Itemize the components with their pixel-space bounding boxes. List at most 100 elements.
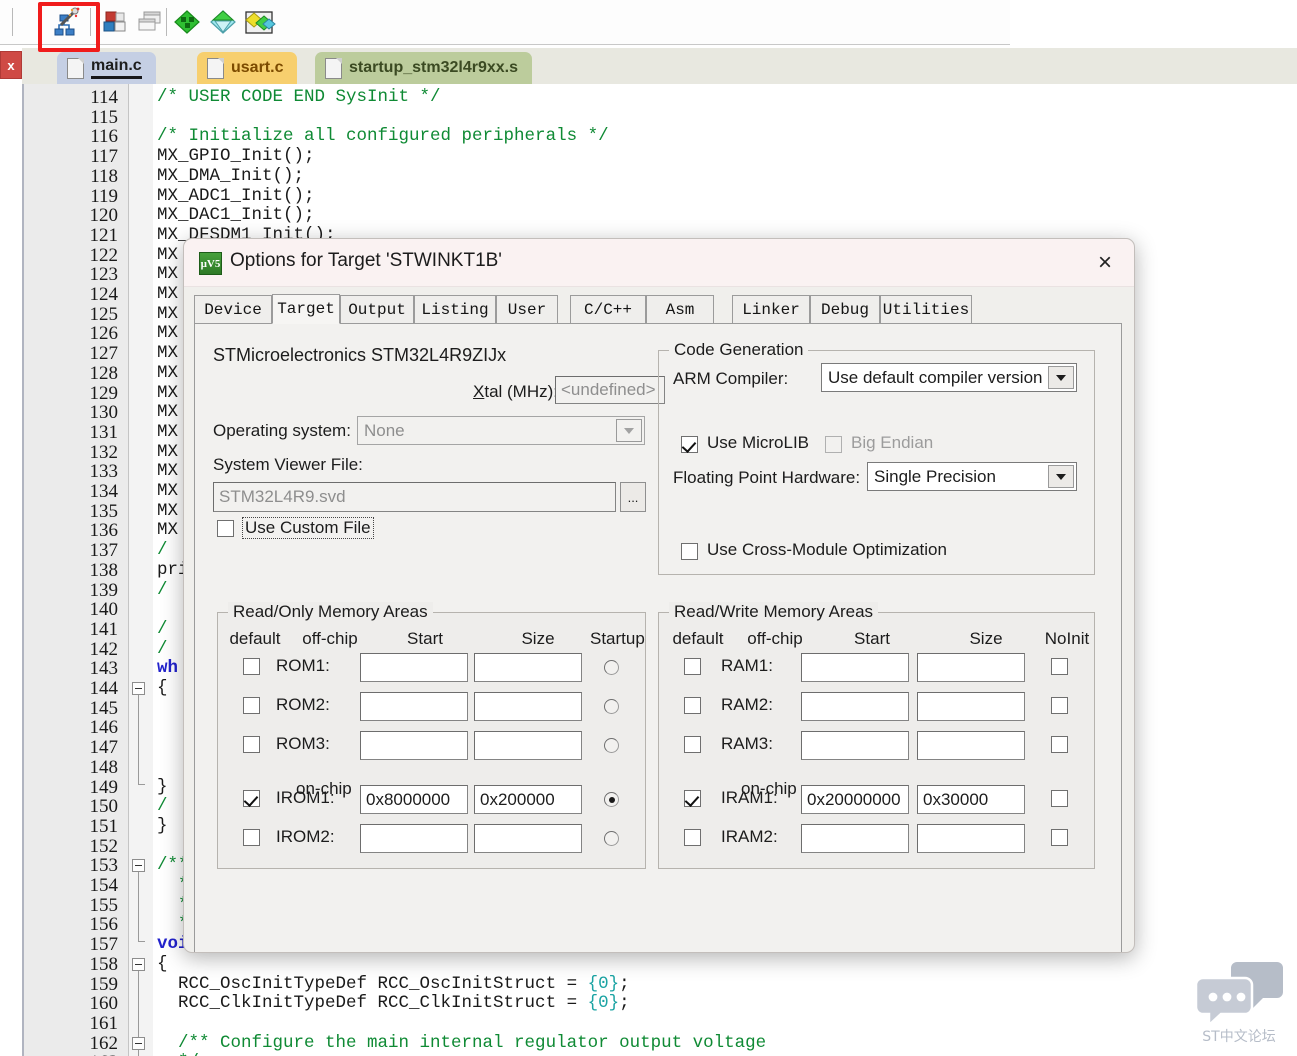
dialog-tab-utilities[interactable]: Utilities (880, 295, 972, 323)
chevron-down-icon[interactable] (1048, 465, 1074, 488)
irom2-start-input[interactable] (360, 824, 468, 853)
close-icon[interactable]: × (1088, 247, 1122, 279)
rom3-start-input[interactable] (360, 731, 468, 760)
system-viewer-file-input[interactable]: STM32L4R9.svd (213, 482, 616, 512)
line-number: 158 (89, 953, 119, 975)
manage-windows-icon[interactable] (132, 6, 166, 38)
rom3-startup-radio[interactable] (604, 738, 619, 753)
irom1-default-checkbox[interactable] (243, 790, 260, 807)
iram2-default-checkbox[interactable] (684, 829, 701, 846)
code-line: MX (157, 244, 179, 265)
operating-system-value: None (364, 420, 405, 440)
flash-download-icon[interactable] (206, 6, 240, 38)
code-line: / (157, 638, 168, 659)
ram3-start-input[interactable] (801, 731, 909, 760)
ram2-start-input[interactable] (801, 692, 909, 721)
configuration-wizard-icon[interactable] (48, 6, 82, 38)
ram2-default-checkbox[interactable] (684, 697, 701, 714)
file-tab-strip: main.c usart.c startup_stm32l4r9xx.s (22, 48, 1297, 85)
ram2-noinit-checkbox[interactable] (1051, 697, 1068, 714)
rom1-default-checkbox[interactable] (243, 658, 260, 675)
dialog-tab-device[interactable]: Device (194, 295, 272, 323)
dialog-tab-label: Utilities (882, 300, 970, 319)
dialog-tab-debug[interactable]: Debug (810, 295, 880, 323)
iram1-size-input[interactable]: 0x30000 (917, 785, 1025, 814)
iram1-start-input[interactable]: 0x20000000 (801, 785, 909, 814)
floating-point-select[interactable]: Single Precision (867, 462, 1077, 491)
target-options-icon[interactable] (170, 6, 204, 38)
code-folding-gutter[interactable] (129, 84, 153, 1056)
ram1-size-input[interactable] (917, 653, 1025, 682)
fold-line (138, 872, 139, 942)
iram2-size-input[interactable] (917, 824, 1025, 853)
fold-toggle-icon[interactable] (132, 859, 145, 873)
rom3-default-checkbox[interactable] (243, 736, 260, 753)
rom1-start-input[interactable] (360, 653, 468, 682)
xtal-input[interactable]: <undefined> (555, 376, 665, 404)
code-line: MX (157, 303, 179, 324)
arm-compiler-select[interactable]: Use default compiler version 5 (821, 363, 1077, 392)
file-tab-usart-c[interactable]: usart.c (197, 52, 298, 84)
dialog-tab-listing[interactable]: Listing (414, 295, 496, 323)
close-panel-button[interactable]: x (0, 51, 22, 79)
fold-toggle-icon[interactable] (132, 957, 145, 971)
rom-header-startup: Startup (590, 629, 645, 648)
main-toolbar (0, 0, 1010, 45)
file-tab-startup-s[interactable]: startup_stm32l4r9xx.s (315, 52, 532, 84)
use-microlib-checkbox[interactable] (681, 436, 698, 453)
line-number: 127 (89, 343, 119, 365)
ram1-default-checkbox[interactable] (684, 658, 701, 675)
irom1-size-input[interactable]: 0x200000 (474, 785, 582, 814)
iram1-default-checkbox[interactable] (684, 790, 701, 807)
irom2-size-input[interactable] (474, 824, 582, 853)
rom-header-size: Size (521, 629, 555, 648)
code-line: /* Initialize all configured peripherals… (157, 126, 609, 147)
dialog-tab-c-c[interactable]: C/C++ (570, 295, 646, 323)
rom1-size-input[interactable] (474, 653, 582, 682)
ram3-size-input[interactable] (917, 731, 1025, 760)
ram3-noinit-checkbox[interactable] (1051, 736, 1068, 753)
fold-toggle-icon[interactable] (132, 682, 145, 695)
dialog-tab-output[interactable]: Output (340, 295, 414, 323)
target-tab-page: STMicroelectronics STM32L4R9ZIJx Xtal (M… (194, 323, 1122, 952)
ram2-size-input[interactable] (917, 692, 1025, 721)
iram1-noinit-checkbox[interactable] (1051, 790, 1068, 807)
manage-project-items-icon[interactable] (98, 6, 132, 38)
iram2-start-input[interactable] (801, 824, 909, 853)
rom2-size-input[interactable] (474, 692, 582, 721)
use-custom-file-checkbox[interactable] (217, 520, 234, 537)
big-endian-checkbox[interactable] (825, 436, 842, 453)
dialog-tab-target[interactable]: Target (272, 294, 340, 324)
ram1-start-input[interactable] (801, 653, 909, 682)
dialog-tab-linker[interactable]: Linker (732, 295, 810, 323)
irom1-startup-radio[interactable] (604, 792, 619, 807)
irom2-startup-radio[interactable] (604, 831, 619, 846)
line-number: 118 (90, 165, 118, 187)
operating-system-select[interactable]: None (357, 416, 645, 445)
ram3-default-checkbox[interactable] (684, 736, 701, 753)
rom1-startup-radio[interactable] (604, 660, 619, 675)
chevron-down-icon[interactable] (616, 419, 642, 442)
pack-installer-icon[interactable] (242, 6, 276, 38)
irom2-label: IROM2: (276, 827, 335, 846)
rom2-default-checkbox[interactable] (243, 697, 260, 714)
rom2-startup-radio[interactable] (604, 699, 619, 714)
rom3-size-input[interactable] (474, 731, 582, 760)
ram1-noinit-checkbox[interactable] (1051, 658, 1068, 675)
browse-system-viewer-button[interactable]: ... (620, 482, 646, 512)
dialog-tab-asm[interactable]: Asm (646, 295, 714, 323)
chevron-down-icon[interactable] (1048, 366, 1074, 389)
code-line: MX_DMA_Init(); (157, 165, 305, 186)
fold-toggle-icon[interactable] (132, 1036, 145, 1050)
rom2-start-input[interactable] (360, 692, 468, 721)
file-tab-main-c[interactable]: main.c (57, 52, 156, 84)
iram2-noinit-checkbox[interactable] (1051, 829, 1068, 846)
toolbar-divider-0 (12, 8, 13, 36)
cross-module-optimization-checkbox[interactable] (681, 543, 698, 560)
irom2-default-checkbox[interactable] (243, 829, 260, 846)
ram-header-size: Size (969, 629, 1003, 648)
irom1-start-input[interactable]: 0x8000000 (360, 785, 468, 814)
dialog-tab-user[interactable]: User (496, 295, 558, 323)
dialog-tab-label: Listing (421, 300, 489, 319)
line-number: 143 (89, 658, 119, 680)
